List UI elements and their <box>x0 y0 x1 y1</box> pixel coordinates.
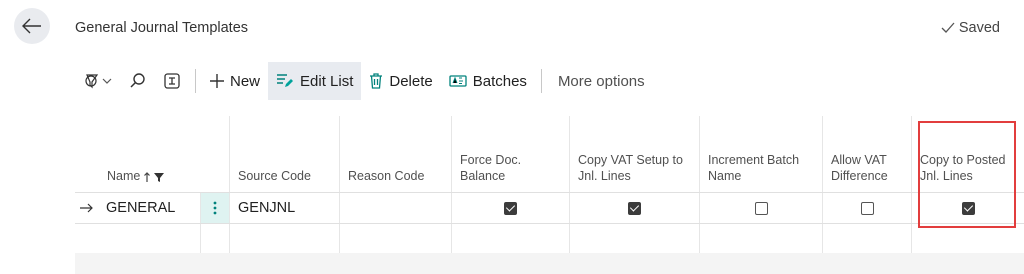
delete-button[interactable]: Delete <box>361 62 440 100</box>
grid-footer <box>75 253 1024 274</box>
column-header-increment-batch-name[interactable]: Increment Batch Name <box>699 116 822 192</box>
force-doc-balance-cell <box>451 193 569 223</box>
personalize-button[interactable] <box>155 62 189 100</box>
name-cell[interactable]: GENERAL <box>99 193 200 223</box>
journal-templates-grid: Name Source Code Reason Code Force Doc. … <box>75 116 1024 254</box>
check-icon <box>941 22 955 33</box>
plus-icon <box>210 74 224 88</box>
source-code-cell[interactable]: GENJNL <box>229 193 339 223</box>
search-button[interactable] <box>121 62 155 100</box>
edit-list-button[interactable]: Edit List <box>268 62 362 100</box>
delete-label: Delete <box>389 72 433 90</box>
copy-vat-setup-cell <box>569 193 699 223</box>
force-doc-balance-checkbox[interactable] <box>504 201 517 215</box>
highlight-box <box>918 121 1016 228</box>
empty-cell <box>339 224 451 254</box>
back-button[interactable] <box>14 8 50 44</box>
empty-cell <box>200 224 229 254</box>
row-selector[interactable] <box>75 193 99 223</box>
increment-batch-name-checkbox[interactable] <box>754 201 768 215</box>
arrow-left-icon <box>22 18 41 34</box>
search-icon <box>130 73 145 88</box>
more-vertical-icon <box>213 201 217 215</box>
batches-icon <box>449 75 467 87</box>
more-options-button[interactable]: More options <box>548 62 653 100</box>
empty-cell <box>822 224 911 254</box>
column-header-source-code[interactable]: Source Code <box>229 116 339 192</box>
column-header-allow-vat-difference[interactable]: Allow VAT Difference <box>822 116 911 192</box>
empty-cell <box>911 224 1024 254</box>
new-label: New <box>230 72 261 90</box>
saved-label: Saved <box>958 20 1000 36</box>
column-header-force-doc-balance[interactable]: Force Doc. Balance <box>451 116 569 192</box>
filter-pane-icon <box>85 74 112 89</box>
page-title: General Journal Templates <box>75 20 249 36</box>
reason-code-cell[interactable] <box>339 193 451 223</box>
column-header-reason-code[interactable]: Reason Code <box>339 116 451 192</box>
column-header-name[interactable]: Name <box>75 116 200 192</box>
trash-icon <box>370 73 383 89</box>
allow-vat-difference-checkbox[interactable] <box>860 201 874 215</box>
filter-pane-button[interactable] <box>75 62 121 100</box>
empty-cell <box>699 224 822 254</box>
edit-list-label: Edit List <box>300 72 354 90</box>
empty-cell <box>451 224 569 254</box>
empty-cell <box>229 224 339 254</box>
row-actions-button[interactable] <box>200 193 229 223</box>
current-row-arrow-icon <box>80 203 93 213</box>
batches-label: Batches <box>472 72 527 90</box>
empty-cell <box>569 224 699 254</box>
column-header-label: Name <box>107 169 141 183</box>
toolbar-divider <box>540 69 542 93</box>
batches-button[interactable]: Batches <box>441 62 535 100</box>
action-bar: New Edit List Delete Batches More option… <box>75 62 653 100</box>
edit-list-icon <box>277 74 294 87</box>
allow-vat-difference-cell <box>822 193 911 223</box>
copy-vat-setup-checkbox[interactable] <box>628 201 641 215</box>
sort-filter-icon <box>144 172 165 182</box>
toolbar-divider <box>195 69 196 93</box>
new-button[interactable]: New <box>202 62 268 100</box>
increment-batch-name-cell <box>699 193 822 223</box>
saved-status: Saved <box>941 20 1000 36</box>
personalize-icon <box>164 73 180 89</box>
column-header-copy-vat-setup[interactable]: Copy VAT Setup to Jnl. Lines <box>569 116 699 192</box>
